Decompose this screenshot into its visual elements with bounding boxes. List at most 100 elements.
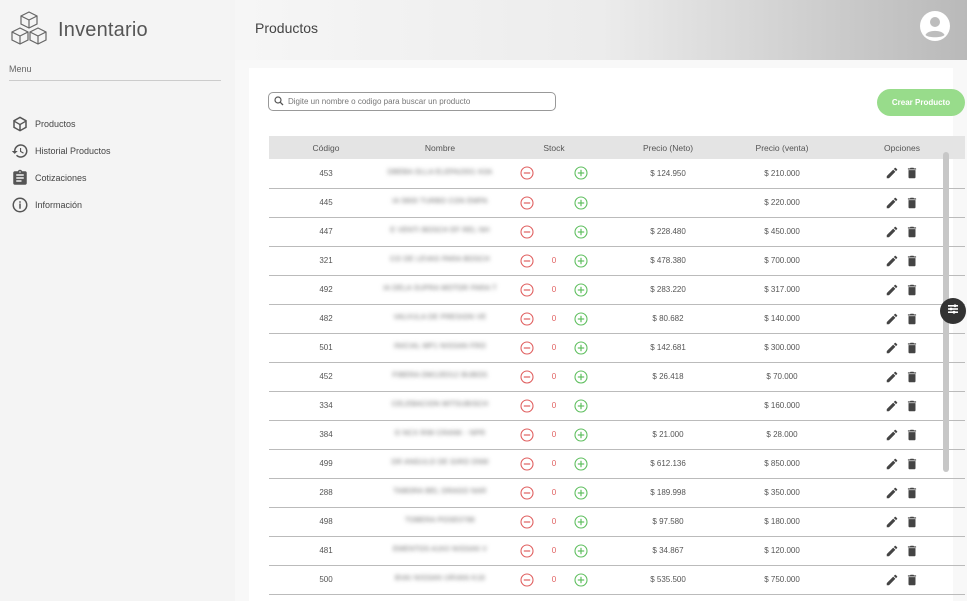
table-row[interactable]: 501 INICIAL MP1 NISSAN FRO 0 $ 142.681 $ 300… [269,333,965,362]
product-name: TABORA BEL DRAGO NAR [393,488,487,495]
increase-stock-icon[interactable] [574,311,588,326]
table-row[interactable]: 453 DBEBA OLLA ELEPA2001 K0A $ 124.950 $ 21… [269,159,965,188]
floating-menu-button[interactable] [940,298,966,324]
edit-pencil-icon[interactable] [885,486,899,500]
delete-trash-icon[interactable] [905,486,919,500]
increase-stock-icon[interactable] [574,224,588,239]
edit-pencil-icon[interactable] [885,341,899,355]
decrease-stock-icon[interactable] [520,456,534,471]
table-row[interactable]: 447 E VENTI BOSCH EF REL NH $ 228.480 $ 450… [269,217,965,246]
delete-trash-icon[interactable] [905,370,919,384]
delete-trash-icon[interactable] [905,312,919,326]
edit-pencil-icon[interactable] [885,428,899,442]
table-row[interactable]: 321 CO DE LEVAS PARA BOSCH 0 $ 478.380 $ 700… [269,246,965,275]
delete-trash-icon[interactable] [905,428,919,442]
table-row[interactable]: 288 TABORA BEL DRAGO NAR 0 $ 189.998 $ 350.0… [269,478,965,507]
increase-stock-icon[interactable] [574,572,588,587]
decrease-stock-icon[interactable] [520,166,534,180]
decrease-stock-icon[interactable] [520,514,534,529]
edit-pencil-icon[interactable] [885,544,899,558]
table-row[interactable]: 481 EMENTOS A1K0 NISSAN V 0 $ 34.867 $ 120.0… [269,536,965,565]
delete-trash-icon[interactable] [905,457,919,471]
table-row[interactable]: 334 CELEBACION MITSUBISCH 0 $ 160.000 [269,391,965,420]
edit-pencil-icon[interactable] [885,166,899,180]
edit-pencil-icon[interactable] [885,283,899,297]
decrease-stock-icon[interactable] [520,485,534,500]
delete-trash-icon[interactable] [905,399,919,413]
increase-stock-icon[interactable] [574,282,588,297]
cell-options [839,507,965,536]
decrease-stock-icon[interactable] [520,340,534,355]
delete-trash-icon[interactable] [905,283,919,297]
edit-pencil-icon[interactable] [885,254,899,268]
table-row[interactable]: 492 IA DELA SUPRA MOTOR PARA T 0 $ 283.220 $… [269,275,965,304]
increase-stock-icon[interactable] [574,369,588,384]
increase-stock-icon[interactable] [574,485,588,500]
search-box[interactable] [268,92,556,111]
table-row[interactable]: 452 FIBERA OM12E012 BUBOS 0 $ 26.418 $ 70.00… [269,362,965,391]
decrease-stock-icon[interactable] [520,311,534,326]
increase-stock-icon[interactable] [574,543,588,558]
table-row[interactable]: 498 TOBERA POSE0798 0 $ 97.580 $ 180.000 [269,507,965,536]
sidebar-item-cotizaciones[interactable]: Cotizaciones [10,164,225,191]
column-header[interactable]: Precio (venta) [725,136,839,159]
cell-price-neto: $ 26.418 [652,372,684,381]
table-row[interactable]: 445 IA 5800 TURBO CON EMPA $ 220.000 [269,188,965,217]
sidebar-item-productos[interactable]: Productos [10,110,225,137]
decrease-stock-icon[interactable] [520,253,534,268]
increase-stock-icon[interactable] [574,340,588,355]
table-row[interactable]: 482 VALVULA DE PRESION VE 0 $ 80.682 $ 140.0… [269,304,965,333]
decrease-stock-icon[interactable] [520,195,534,210]
decrease-stock-icon[interactable] [520,572,534,587]
edit-pencil-icon[interactable] [885,312,899,326]
cell-stock: 0 [497,478,611,507]
column-header[interactable]: Nombre [383,136,497,159]
edit-pencil-icon[interactable] [885,457,899,471]
increase-stock-icon[interactable] [574,253,588,268]
delete-trash-icon[interactable] [905,544,919,558]
decrease-stock-icon[interactable] [520,224,534,239]
increase-stock-icon[interactable] [574,456,588,471]
decrease-stock-icon[interactable] [520,282,534,297]
column-header[interactable]: Código [269,136,383,159]
sidebar-item-historial-productos[interactable]: Historial Productos [10,137,225,164]
account-avatar-icon[interactable] [919,10,951,42]
delete-trash-icon[interactable] [905,254,919,268]
edit-pencil-icon[interactable] [885,399,899,413]
decrease-stock-icon[interactable] [520,543,534,558]
delete-trash-icon[interactable] [905,341,919,355]
decrease-stock-icon[interactable] [520,369,534,384]
edit-pencil-icon[interactable] [885,196,899,210]
increase-stock-icon[interactable] [574,427,588,442]
column-header[interactable]: Precio (Neto) [611,136,725,159]
edit-pencil-icon[interactable] [885,225,899,239]
increase-stock-icon[interactable] [574,514,588,529]
cell-name: IA DELA SUPRA MOTOR PARA T [383,275,497,304]
content-card: Crear Producto Código Nombre Stock Preci… [249,68,965,601]
search-input[interactable] [288,97,548,106]
edit-pencil-icon[interactable] [885,370,899,384]
increase-stock-icon[interactable] [574,166,588,180]
sidebar-item-informacion[interactable]: Información [10,191,225,218]
menu-divider [9,80,221,81]
decrease-stock-icon[interactable] [520,427,534,442]
table-row[interactable]: 499 DR ANGULO DE GIRO DNM 0 $ 612.136 $ 850.… [269,449,965,478]
cell-code: 482 [319,314,333,323]
cell-code: 492 [319,285,333,294]
edit-pencil-icon[interactable] [885,515,899,529]
table-row[interactable]: 500 BVAI NISSAN URVAN K18 0 $ 535.500 $ 750.… [269,565,965,594]
increase-stock-icon[interactable] [574,195,588,210]
edit-pencil-icon[interactable] [885,573,899,587]
create-product-button[interactable]: Crear Producto [877,89,965,116]
delete-trash-icon[interactable] [905,515,919,529]
table-row[interactable]: 384 O NCX RIM CRANK - NPR 0 $ 21.000 $ 28.00… [269,420,965,449]
delete-trash-icon[interactable] [905,573,919,587]
cell-price-neto: $ 21.000 [652,430,684,439]
delete-trash-icon[interactable] [905,225,919,239]
increase-stock-icon[interactable] [574,398,588,413]
delete-trash-icon[interactable] [905,196,919,210]
delete-trash-icon[interactable] [905,166,919,180]
decrease-stock-icon[interactable] [520,398,534,413]
product-name: FIBERA OM12E012 BUBOS [392,372,488,379]
column-header[interactable]: Stock [497,136,611,159]
